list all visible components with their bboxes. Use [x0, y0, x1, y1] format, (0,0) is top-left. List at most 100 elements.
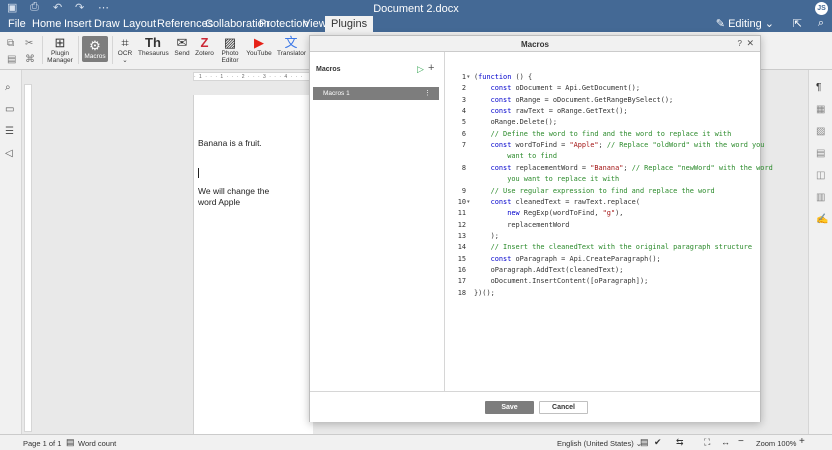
fold-arrow-icon[interactable]: ▼	[467, 72, 470, 83]
code-text: const cleanedText = rawText.replace(	[490, 197, 640, 206]
code-line[interactable]: 6 // Define the word to find and the wor…	[446, 129, 760, 140]
cut-icon[interactable]: ✂	[25, 38, 33, 49]
code-editor[interactable]: 1 ▼ (function () {2 const oDocument = Api.…	[446, 52, 773, 391]
zotero-icon: Z	[200, 35, 209, 50]
code-line[interactable]: want to find	[446, 151, 760, 162]
photo-editor-button[interactable]: ▨ Photo Editor	[218, 35, 242, 64]
add-macro-icon[interactable]: +	[428, 62, 434, 74]
youtube-button[interactable]: ▶ YouTube	[246, 35, 272, 57]
code-line[interactable]: 7 const wordToFind = "Apple"; // Replace…	[446, 140, 765, 151]
code-line[interactable]: 12 replacementWord	[446, 220, 760, 231]
spellcheck-icon[interactable]: ✔	[654, 437, 662, 448]
status-bar: Page 1 of 1 ▤ Word count English (United…	[0, 434, 832, 450]
language-selector[interactable]: English (United States) ⌄	[557, 439, 642, 448]
code-line[interactable]: 17 oDocument.InsertContent([oParagraph])…	[446, 276, 760, 287]
close-icon[interactable]: ✕	[746, 38, 754, 49]
code-line[interactable]: 1 ▼ (function () {	[446, 72, 760, 83]
search-icon[interactable]: ⌕	[5, 82, 11, 93]
fit-width-icon[interactable]: ↔	[721, 437, 730, 447]
code-text: const wordToFind = "Apple"; // Replace "…	[490, 141, 765, 150]
track-changes-icon[interactable]: ▤	[640, 437, 649, 448]
macros-button[interactable]: ⚙ Macros	[82, 36, 108, 62]
translator-button[interactable]: 文 Translator	[277, 35, 306, 57]
code-line[interactable]: you want to replace it with	[446, 174, 760, 185]
send-button[interactable]: ✉ Send	[172, 35, 192, 57]
run-macro-icon[interactable]: ▷	[417, 64, 424, 75]
ocr-button[interactable]: ⌗ OCR ⌄	[115, 35, 135, 64]
macro-list-item[interactable]: Macros 1 ⋮	[313, 87, 439, 100]
avatar[interactable]: JS	[815, 2, 828, 15]
zoom-out-icon[interactable]: −	[738, 436, 744, 447]
table-settings-icon[interactable]: ▦	[816, 104, 825, 115]
code-line[interactable]: 3 const oRange = oDocument.GetRangeBySel…	[446, 95, 760, 106]
code-text: replacementWord	[474, 220, 570, 229]
text-direction-icon[interactable]: ⇆	[676, 437, 684, 448]
line-number: 18	[457, 288, 466, 297]
paste-icon[interactable]: ▤	[7, 54, 16, 65]
search-icon[interactable]: ⌕	[818, 17, 824, 30]
line-number: 13	[457, 231, 466, 240]
more-options-icon[interactable]: ⋮	[424, 87, 431, 100]
line-number: 3	[461, 95, 466, 104]
chevron-down-icon: ⌄	[122, 57, 128, 64]
code-line[interactable]: 15 const oParagraph = Api.CreateParagrap…	[446, 254, 760, 265]
code-line[interactable]: 10 ▼ const cleanedText = rawText.replace(	[446, 197, 760, 208]
cancel-button[interactable]: Cancel	[539, 401, 588, 414]
code-line[interactable]: 18})();	[446, 288, 760, 299]
code-line[interactable]: 5 oRange.Delete();	[446, 117, 760, 128]
open-location-icon[interactable]: ⇱	[793, 17, 802, 30]
code-text: you want to replace it with	[474, 175, 620, 184]
plugin-manager-button[interactable]: ⊞ Plugin Manager	[46, 35, 74, 64]
page-indicator[interactable]: Page 1 of 1	[23, 439, 61, 448]
fit-page-icon[interactable]: ⛶	[704, 437, 710, 448]
zoom-in-icon[interactable]: +	[799, 436, 805, 447]
code-line[interactable]: 2 const oDocument = Api.GetDocument();	[446, 83, 760, 94]
document-paragraph-2-line-1[interactable]: We will change the	[198, 186, 269, 197]
line-number: 8	[461, 163, 466, 172]
envelope-icon: ✉	[176, 35, 188, 50]
comments-icon[interactable]: ▭	[5, 104, 14, 115]
code-line[interactable]: 16 oParagraph.AddText(cleanedText);	[446, 265, 760, 276]
shape-settings-icon[interactable]: ◫	[816, 170, 825, 181]
code-line[interactable]: 8 const replacementWord = "Banana"; // R…	[446, 163, 773, 174]
editing-mode[interactable]: ✎ Editing ⌄	[716, 16, 774, 32]
zoom-level[interactable]: Zoom 100%	[756, 439, 796, 448]
copy-icon[interactable]: ⧉	[7, 38, 14, 49]
right-sidebar: ¶ ▦ ▨ ▤ ◫ ▥ ✍	[808, 70, 832, 434]
tab-plugins[interactable]: Plugins	[325, 16, 374, 32]
ocr-icon: ⌗	[121, 35, 129, 50]
zotero-button[interactable]: Z Zotero	[194, 35, 215, 57]
save-button[interactable]: Save	[485, 401, 534, 414]
ocr-label: OCR	[117, 50, 133, 57]
code-line[interactable]: 14 // Insert the cleanedText with the or…	[446, 242, 760, 253]
divider	[78, 36, 79, 64]
code-text: oDocument.InsertContent([oParagraph]);	[474, 277, 649, 286]
code-line[interactable]: 11 new RegExp(wordToFind, "g"),	[446, 208, 760, 219]
word-count-button[interactable]: Word count	[78, 439, 116, 448]
code-text: const replacementWord = "Banana"; // Rep…	[490, 163, 773, 172]
thesaurus-button[interactable]: Th Thesaurus	[138, 35, 169, 57]
format-painter-icon[interactable]: ⌘	[25, 54, 35, 65]
chart-settings-icon[interactable]: ▥	[816, 192, 825, 203]
line-number: 17	[457, 277, 466, 286]
code-line[interactable]: 4 const rawText = oRange.GetText();	[446, 106, 760, 117]
paragraph-settings-icon[interactable]: ¶	[816, 82, 821, 93]
fold-arrow-icon[interactable]: ▼	[467, 197, 470, 208]
word-count-icon: ▤	[66, 437, 75, 447]
code-text: oRange.Delete();	[474, 118, 557, 127]
horizontal-ruler[interactable]: · 1 · · · 1 · · · 2 · · · 3 · · · 4 · · …	[193, 72, 323, 81]
help-icon[interactable]: ?	[738, 39, 742, 48]
signature-icon[interactable]: ✍	[816, 214, 828, 225]
document-paragraph-2-line-2[interactable]: word Apple	[198, 197, 240, 208]
image-settings-icon[interactable]: ▨	[816, 126, 825, 137]
header-footer-icon[interactable]: ▤	[816, 148, 825, 159]
divider	[112, 36, 113, 64]
vertical-ruler[interactable]	[24, 84, 32, 432]
document-paragraph-1[interactable]: Banana is a fruit.	[198, 138, 262, 149]
line-number: 7	[461, 141, 466, 150]
line-number: 6	[461, 129, 466, 138]
code-line[interactable]: 13 );	[446, 231, 760, 242]
code-line[interactable]: 9 // Use regular expression to find and …	[446, 186, 760, 197]
navigation-icon[interactable]: ☰	[5, 126, 14, 137]
feedback-icon[interactable]: ◁	[5, 148, 13, 159]
